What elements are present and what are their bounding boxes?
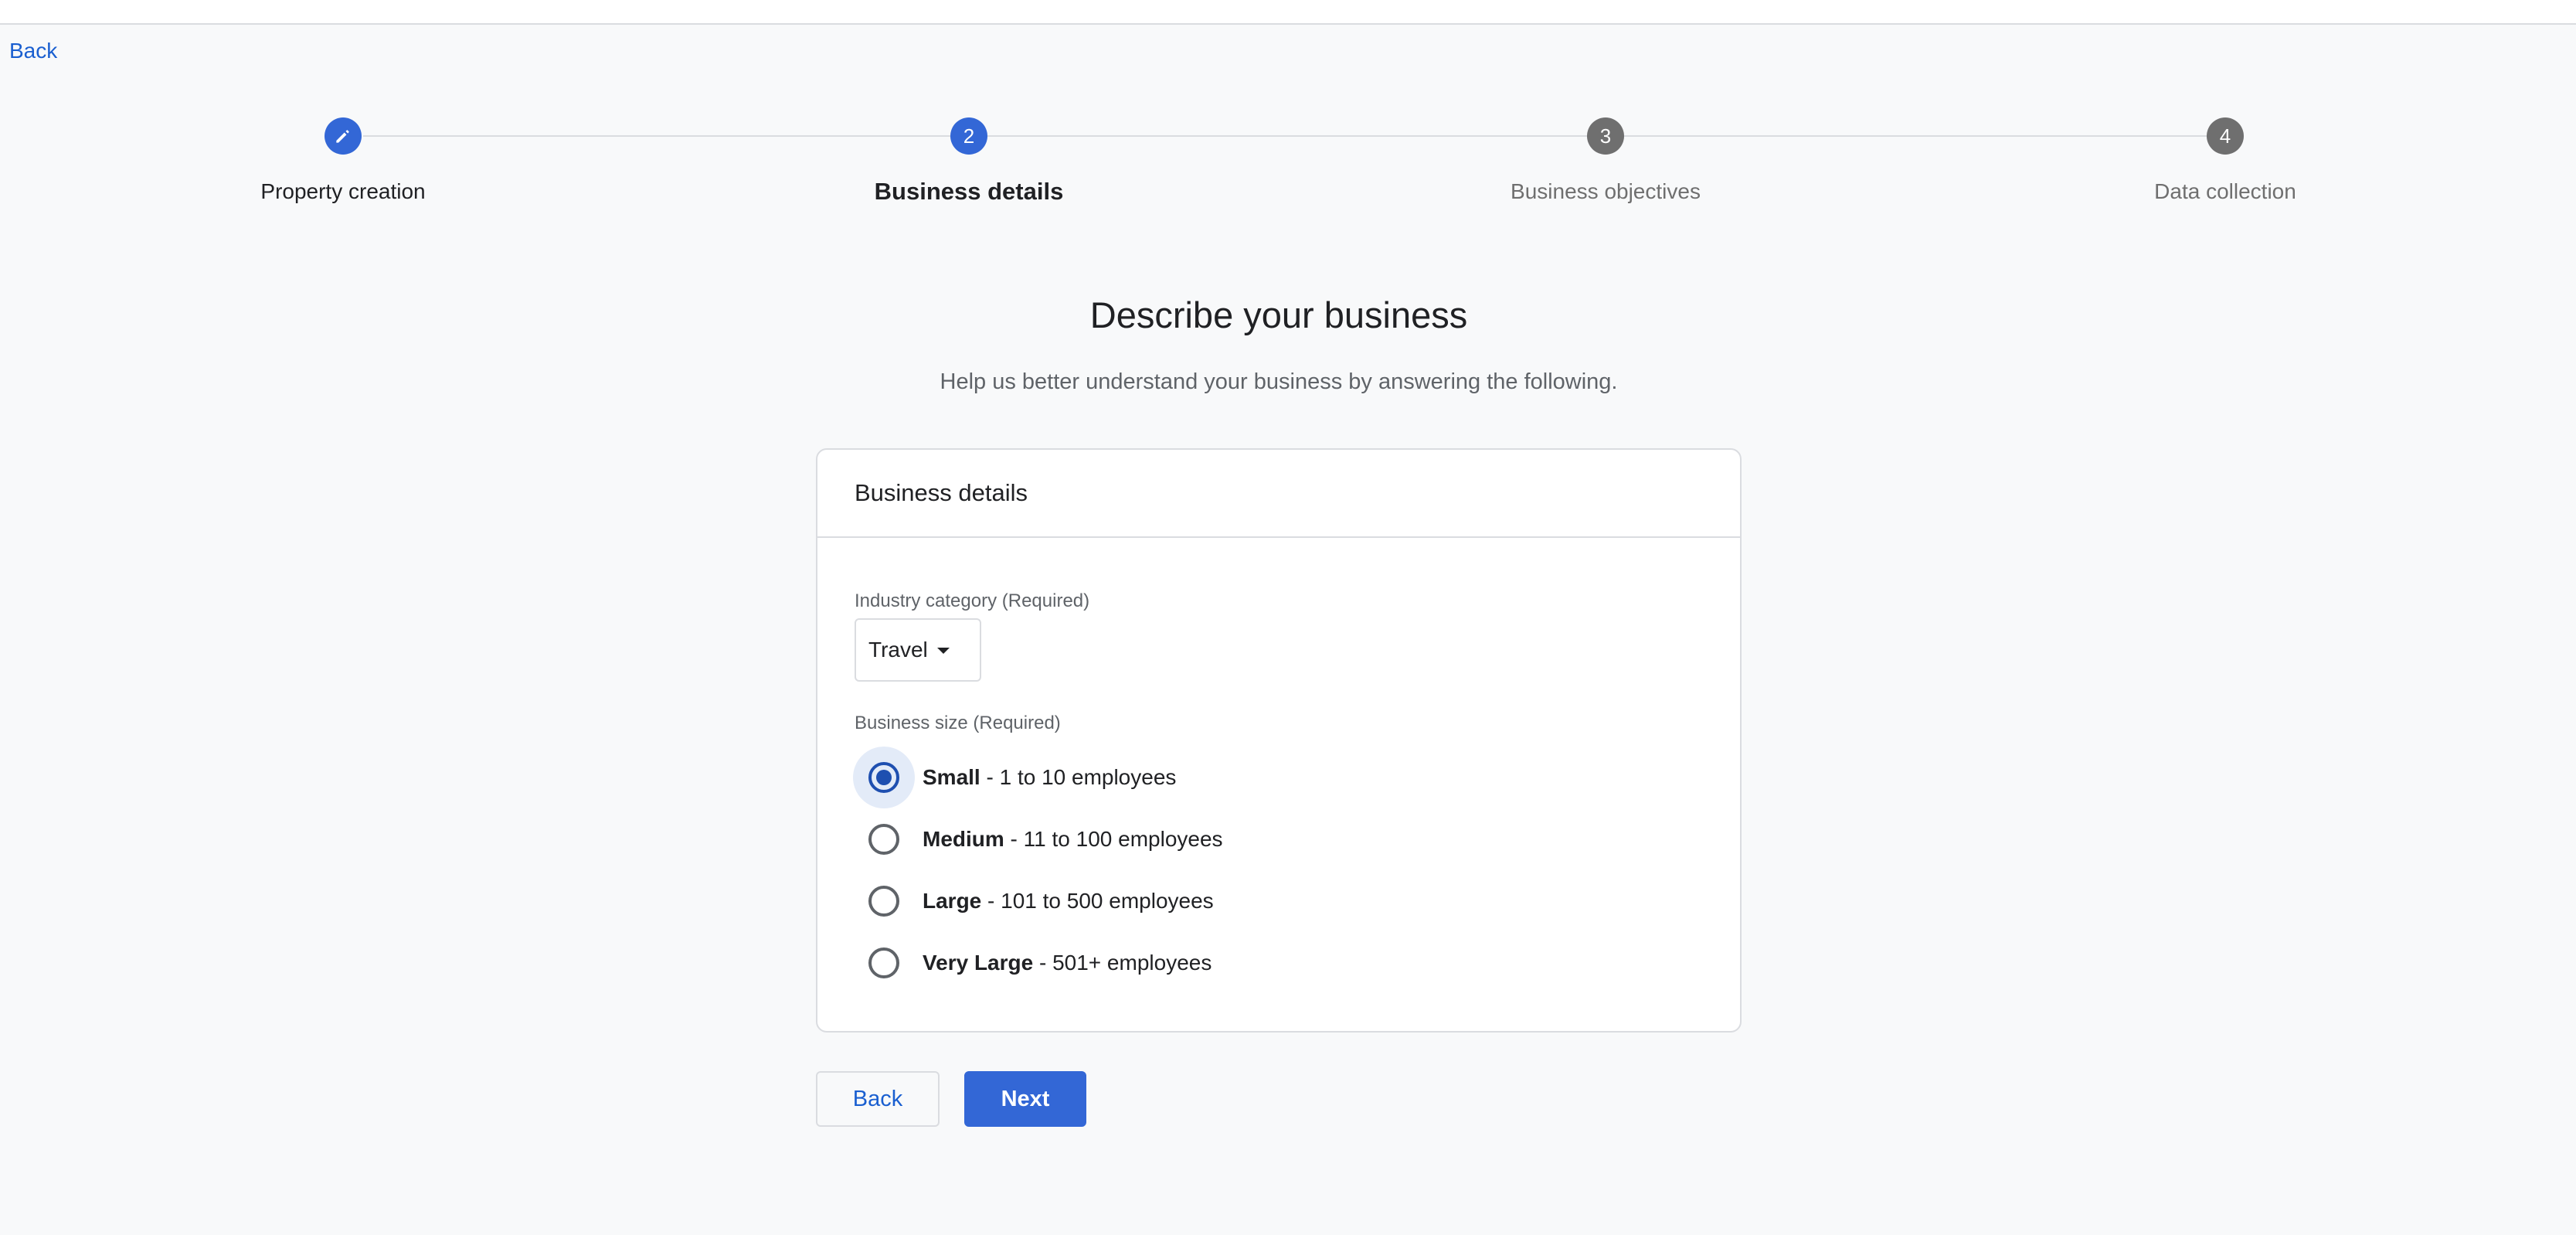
step-3-circle: 3 xyxy=(1587,117,1624,155)
business-size-label: Business size (Required) xyxy=(855,713,1061,733)
step-connector xyxy=(987,135,1587,137)
radio-wrap xyxy=(853,870,915,932)
step-2-circle: 2 xyxy=(950,117,987,155)
card-title: Business details xyxy=(817,450,1740,538)
step-3-label: Business objectives xyxy=(1511,179,1701,203)
page-subtitle: Help us better understand your business … xyxy=(940,369,1618,394)
business-size-option-very-large[interactable]: Very Large - 501+ employees xyxy=(853,932,1212,994)
step-connector xyxy=(1624,135,2207,137)
step-connector xyxy=(363,135,950,137)
page-title: Describe your business xyxy=(1089,294,1468,335)
industry-category-value: Travel xyxy=(868,638,928,662)
radio-button-very-large[interactable] xyxy=(868,948,899,978)
business-size-option-label: Large - 101 to 500 employees xyxy=(923,889,1214,913)
industry-category-select[interactable]: Travel xyxy=(855,618,981,682)
next-button[interactable]: Next xyxy=(964,1071,1086,1127)
business-size-option-large[interactable]: Large - 101 to 500 employees xyxy=(853,870,1214,932)
business-size-option-label: Small - 1 to 10 employees xyxy=(923,765,1177,789)
radio-button-medium[interactable] xyxy=(868,824,899,855)
business-size-option-label: Very Large - 501+ employees xyxy=(923,951,1212,975)
radio-wrap xyxy=(853,932,915,994)
radio-checked-dot xyxy=(876,770,892,785)
radio-wrap xyxy=(853,808,915,870)
industry-category-label: Industry category (Required) xyxy=(855,590,1090,611)
radio-focus-ring xyxy=(853,747,915,808)
step-3-number: 3 xyxy=(1599,124,1612,148)
business-details-card: Business details Industry category (Requ… xyxy=(816,448,1742,1033)
step-1-label: Property creation xyxy=(260,179,426,203)
pencil-icon xyxy=(336,130,349,143)
business-size-option-small[interactable]: Small - 1 to 10 employees xyxy=(853,747,1176,808)
step-4-label: Data collection xyxy=(2154,179,2296,203)
step-4-circle: 4 xyxy=(2207,117,2244,155)
radio-button-small[interactable] xyxy=(868,762,899,793)
progress-stepper: Property creation 2 Business details 3 B… xyxy=(0,0,2576,232)
step-2-label: Business details xyxy=(874,178,1064,205)
radio-button-large[interactable] xyxy=(868,886,899,917)
business-size-option-label: Medium - 11 to 100 employees xyxy=(923,827,1223,851)
business-size-option-medium[interactable]: Medium - 11 to 100 employees xyxy=(853,808,1223,870)
caret-down-icon xyxy=(936,648,950,654)
step-2-number: 2 xyxy=(963,124,975,148)
back-button[interactable]: Back xyxy=(816,1071,940,1127)
step-1-circle xyxy=(325,117,362,155)
step-4-number: 4 xyxy=(2219,124,2231,148)
